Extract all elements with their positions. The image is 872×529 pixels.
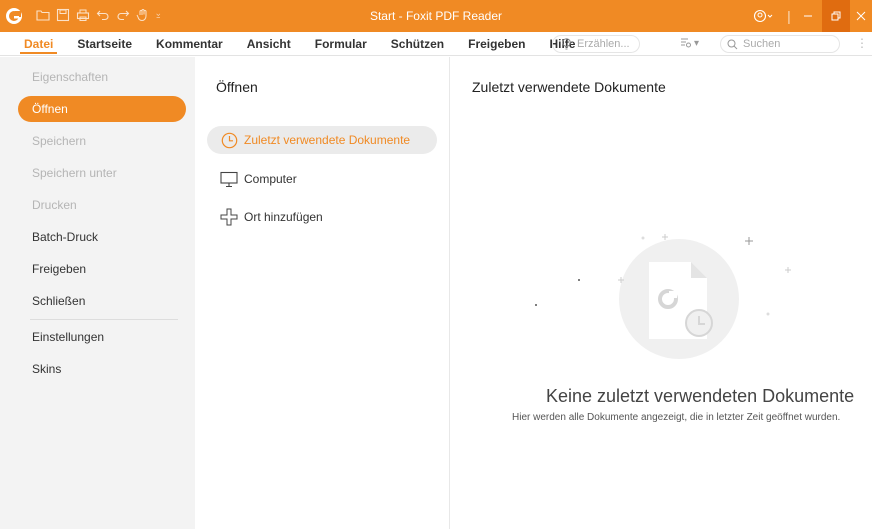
tell-me-placeholder: Erzählen... — [577, 38, 630, 50]
nav-drucken: Drucken — [32, 198, 77, 212]
nav-einstellungen[interactable]: Einstellungen — [18, 324, 186, 350]
window-title: Start - Foxit PDF Reader — [369, 9, 503, 23]
nav-skins[interactable]: Skins — [18, 356, 186, 382]
nav-batch-druck[interactable]: Batch-Druck — [18, 224, 186, 250]
option-computer[interactable]: Computer — [207, 165, 437, 193]
option-recent-documents[interactable]: Zuletzt verwendete Dokumente — [207, 126, 437, 154]
open-panel-title: Öffnen — [216, 79, 258, 95]
find-options-button[interactable]: ▾ — [680, 37, 699, 49]
restore-icon — [831, 11, 841, 21]
find-options-icon — [681, 38, 691, 48]
open-panel: Öffnen Zuletzt verwendete Dokumente Comp… — [195, 57, 450, 529]
menu-bar: Datei Startseite Kommentar Ansicht Formu… — [0, 32, 872, 56]
lightbulb-icon — [562, 38, 571, 50]
minimize-button[interactable] — [794, 0, 822, 32]
menu-startseite[interactable]: Startseite — [65, 32, 144, 56]
clock-icon — [685, 309, 713, 337]
nav-divider — [30, 319, 178, 320]
account-button[interactable] — [744, 0, 784, 32]
option-add-place-label: Ort hinzufügen — [244, 210, 323, 224]
close-button[interactable] — [850, 0, 872, 32]
option-add-place[interactable]: Ort hinzufügen — [207, 203, 437, 231]
menu-formular[interactable]: Formular — [303, 32, 379, 56]
empty-state-illustration — [535, 234, 791, 359]
menu-schuetzen[interactable]: Schützen — [379, 32, 456, 56]
option-recent-label: Zuletzt verwendete Dokumente — [244, 133, 411, 147]
option-computer-label: Computer — [244, 172, 297, 186]
recent-documents-title: Zuletzt verwendete Dokumente — [472, 79, 666, 95]
search-box[interactable]: Suchen — [720, 35, 840, 53]
clock-icon — [220, 131, 238, 149]
window-controls: | — [744, 0, 872, 32]
menu-datei[interactable]: Datei — [12, 32, 65, 56]
nav-freigeben[interactable]: Freigeben — [18, 256, 186, 282]
nav-speichern-unter: Speichern unter — [32, 166, 117, 180]
nav-oeffnen[interactable]: Öffnen — [18, 96, 186, 122]
nav-speichern: Speichern — [32, 134, 87, 148]
title-bar: Start - Foxit PDF Reader | — [0, 0, 872, 32]
separator: | — [787, 8, 791, 24]
close-icon — [856, 11, 866, 21]
nav-schliessen[interactable]: Schließen — [18, 288, 186, 314]
minimize-icon — [804, 15, 812, 17]
monitor-icon — [220, 170, 238, 188]
search-placeholder: Suchen — [743, 38, 781, 50]
menu-ansicht[interactable]: Ansicht — [235, 32, 303, 56]
tell-me-box[interactable]: Erzählen... — [552, 35, 640, 53]
file-backstage-nav: Eigenschaften Öffnen Speichern Speichern… — [0, 57, 195, 529]
menu-tabs: Datei Startseite Kommentar Ansicht Formu… — [12, 32, 587, 56]
account-icon — [753, 9, 773, 23]
restore-button[interactable] — [822, 0, 850, 32]
menu-kommentar[interactable]: Kommentar — [144, 32, 235, 56]
empty-state-subtitle: Hier werden alle Dokumente angezeigt, di… — [512, 412, 841, 423]
chevron-down-icon: ▾ — [694, 37, 700, 49]
plus-icon — [220, 208, 238, 226]
empty-state-title: Keine zuletzt verwendeten Dokumente — [546, 386, 855, 406]
more-options-icon[interactable]: ⋮ — [856, 36, 868, 50]
recent-documents-panel: Zuletzt verwendete Dokumente Keine zulet… — [451, 57, 872, 529]
search-icon — [727, 39, 738, 49]
nav-eigenschaften: Eigenschaften — [32, 70, 109, 84]
menu-freigeben[interactable]: Freigeben — [456, 32, 537, 56]
